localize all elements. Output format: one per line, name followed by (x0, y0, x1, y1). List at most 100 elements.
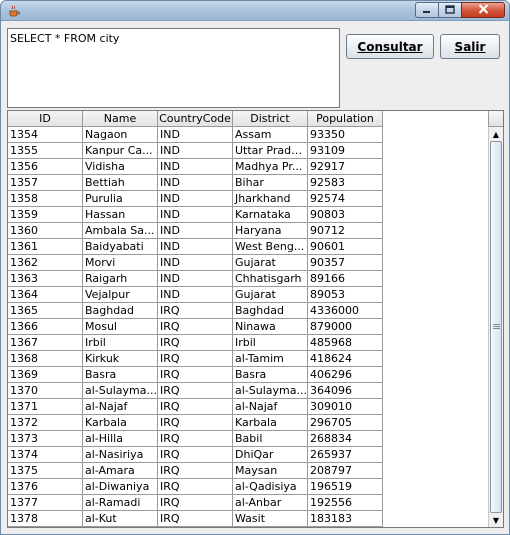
table-cell[interactable]: 90712 (308, 223, 383, 239)
table-cell[interactable]: 89166 (308, 271, 383, 287)
table-cell[interactable]: IND (158, 239, 233, 255)
table-cell[interactable]: 418624 (308, 351, 383, 367)
table-cell[interactable]: Purulia (83, 191, 158, 207)
table-cell[interactable]: IRQ (158, 495, 233, 511)
table-row[interactable]: 1366 Mosul IRQ Ninawa 879000 (8, 319, 383, 335)
table-cell[interactable]: al-Amara (83, 463, 158, 479)
table-cell[interactable]: Bettiah (83, 175, 158, 191)
table-cell[interactable]: 879000 (308, 319, 383, 335)
table-cell[interactable]: Kirkuk (83, 351, 158, 367)
table-cell[interactable]: Madhya Pr... (233, 159, 308, 175)
table-cell[interactable]: IRQ (158, 447, 233, 463)
table-cell[interactable]: Karbala (83, 415, 158, 431)
table-row[interactable]: 1365 Baghdad IRQ Baghdad 4336000 (8, 303, 383, 319)
table-cell[interactable]: Hassan (83, 207, 158, 223)
table-cell[interactable]: al-Sulayma... (233, 383, 308, 399)
table-cell[interactable]: Babil (233, 431, 308, 447)
table-cell[interactable]: IRQ (158, 463, 233, 479)
table-row[interactable]: 1370 al-Sulayma... IRQ al-Sulayma... 364096 (8, 383, 383, 399)
table-cell[interactable]: IND (158, 159, 233, 175)
table-cell[interactable]: 268834 (308, 431, 383, 447)
table-cell[interactable]: Irbil (83, 335, 158, 351)
table-cell[interactable]: IRQ (158, 479, 233, 495)
table-cell[interactable]: Mosul (83, 319, 158, 335)
table-cell[interactable]: 1366 (8, 319, 83, 335)
column-header-countrycode[interactable]: CountryCode (158, 111, 233, 127)
table-cell[interactable]: al-Sulayma... (83, 383, 158, 399)
table-cell[interactable]: 1375 (8, 463, 83, 479)
table-row[interactable]: 1360 Ambala Sa... IND Haryana 90712 (8, 223, 383, 239)
table-cell[interactable]: Morvi (83, 255, 158, 271)
close-button[interactable] (461, 2, 505, 18)
table-cell[interactable]: IND (158, 175, 233, 191)
table-cell[interactable]: Kanpur Ca... (83, 143, 158, 159)
consultar-button[interactable]: Consultar (346, 34, 434, 59)
table-cell[interactable]: IND (158, 191, 233, 207)
table-cell[interactable]: 93350 (308, 127, 383, 143)
table-cell[interactable]: 208797 (308, 463, 383, 479)
table-row[interactable]: 1378 al-Kut IRQ Wasit 183183 (8, 511, 383, 527)
table-cell[interactable]: Chhatisgarh (233, 271, 308, 287)
table-cell[interactable]: 1367 (8, 335, 83, 351)
table-row[interactable]: 1364 Vejalpur IND Gujarat 89053 (8, 287, 383, 303)
table-row[interactable]: 1355 Kanpur Ca... IND Uttar Prade... 93109 (8, 143, 383, 159)
table-cell[interactable]: 1378 (8, 511, 83, 527)
table-cell[interactable]: West Beng... (233, 239, 308, 255)
table-cell[interactable]: 1361 (8, 239, 83, 255)
table-cell[interactable]: IRQ (158, 415, 233, 431)
table-cell[interactable]: 1356 (8, 159, 83, 175)
table-cell[interactable]: 183183 (308, 511, 383, 527)
table-row[interactable]: 1377 al-Ramadi IRQ al-Anbar 192556 (8, 495, 383, 511)
table-cell[interactable]: 1363 (8, 271, 83, 287)
table-cell[interactable]: Baghdad (233, 303, 308, 319)
table-cell[interactable]: 89053 (308, 287, 383, 303)
table-row[interactable]: 1374 al-Nasiriya IRQ DhiQar 265937 (8, 447, 383, 463)
table-cell[interactable]: 1377 (8, 495, 83, 511)
table-row[interactable]: 1369 Basra IRQ Basra 406296 (8, 367, 383, 383)
scrollbar-thumb[interactable] (490, 141, 502, 513)
table-cell[interactable]: Karbala (233, 415, 308, 431)
table-cell[interactable]: 1365 (8, 303, 83, 319)
table-cell[interactable]: IND (158, 223, 233, 239)
table-cell[interactable]: 92583 (308, 175, 383, 191)
table-cell[interactable]: al-Najaf (233, 399, 308, 415)
table-cell[interactable]: IND (158, 255, 233, 271)
table-cell[interactable]: 93109 (308, 143, 383, 159)
table-cell[interactable]: Jharkhand (233, 191, 308, 207)
table-cell[interactable]: 1357 (8, 175, 83, 191)
salir-button[interactable]: Salir (440, 34, 500, 59)
table-cell[interactable]: IRQ (158, 399, 233, 415)
table-cell[interactable]: Maysan (233, 463, 308, 479)
column-header-district[interactable]: District (233, 111, 308, 127)
table-cell[interactable]: IRQ (158, 367, 233, 383)
table-cell[interactable]: 485968 (308, 335, 383, 351)
table-cell[interactable]: Basra (83, 367, 158, 383)
table-cell[interactable]: Raigarh (83, 271, 158, 287)
title-bar[interactable] (1, 1, 509, 21)
table-cell[interactable]: Gujarat (233, 287, 308, 303)
table-cell[interactable]: Vejalpur (83, 287, 158, 303)
vertical-scrollbar[interactable]: ▲ ▼ (488, 127, 503, 527)
table-row[interactable]: 1357 Bettiah IND Bihar 92583 (8, 175, 383, 191)
table-cell[interactable]: 196519 (308, 479, 383, 495)
table-cell[interactable]: al-Kut (83, 511, 158, 527)
table-row[interactable]: 1371 al-Najaf IRQ al-Najaf 309010 (8, 399, 383, 415)
table-row[interactable]: 1356 Vidisha IND Madhya Pr... 92917 (8, 159, 383, 175)
table-cell[interactable]: IRQ (158, 303, 233, 319)
table-cell[interactable]: 1354 (8, 127, 83, 143)
table-cell[interactable]: IRQ (158, 351, 233, 367)
table-row[interactable]: 1361 Baidyabati IND West Beng... 90601 (8, 239, 383, 255)
table-row[interactable]: 1358 Purulia IND Jharkhand 92574 (8, 191, 383, 207)
table-row[interactable]: 1362 Morvi IND Gujarat 90357 (8, 255, 383, 271)
table-cell[interactable]: 1362 (8, 255, 83, 271)
table-cell[interactable]: al-Najaf (83, 399, 158, 415)
table-cell[interactable]: Basra (233, 367, 308, 383)
table-cell[interactable]: 265937 (308, 447, 383, 463)
table-row[interactable]: 1354 Nagaon IND Assam 93350 (8, 127, 383, 143)
query-textarea[interactable]: SELECT * FROM city (7, 28, 340, 108)
table-cell[interactable]: 1374 (8, 447, 83, 463)
table-cell[interactable]: Ambala Sa... (83, 223, 158, 239)
table-row[interactable]: 1376 al-Diwaniya IRQ al-Qadisiya 196519 (8, 479, 383, 495)
table-cell[interactable]: Assam (233, 127, 308, 143)
table-cell[interactable]: Haryana (233, 223, 308, 239)
